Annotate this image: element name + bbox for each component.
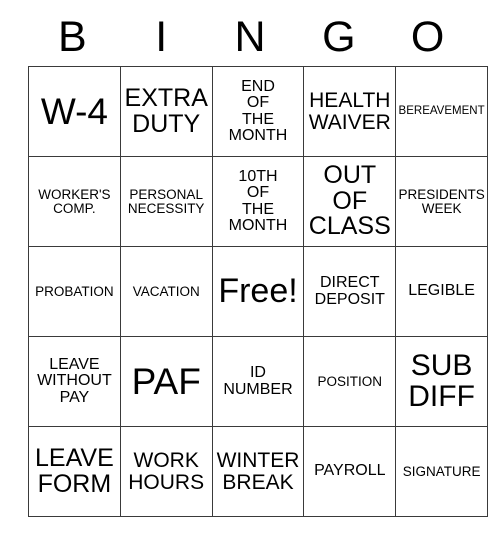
bingo-cell[interactable]: LEAVE FORM: [28, 426, 121, 517]
bingo-cell-label: BEREAVEMENT: [398, 104, 485, 117]
bingo-cell[interactable]: PROBATION: [28, 246, 121, 337]
bingo-cell[interactable]: VACATION: [119, 246, 213, 337]
bingo-cell-label: END OF THE MONTH: [228, 77, 288, 144]
bingo-cell[interactable]: W-4: [28, 66, 121, 157]
header-letter-o: O: [410, 12, 445, 61]
bingo-cell[interactable]: END OF THE MONTH: [211, 66, 305, 157]
bingo-grid: W-4 EXTRA DUTY END OF THE MONTH HEALTH WAIV…: [28, 66, 488, 517]
bingo-cell-label: ID NUMBER: [223, 364, 293, 398]
bingo-cell-label: EXTRA DUTY: [124, 84, 208, 138]
bingo-cell[interactable]: PERSONAL NECESSITY: [119, 156, 213, 247]
bingo-row: LEAVE WITHOUT PAY PAF ID NUMBER POSITION SUB…: [28, 336, 488, 427]
bingo-cell[interactable]: 10TH OF THE MONTH: [211, 156, 305, 247]
bingo-row: WORKER'S COMP. PERSONAL NECESSITY 10TH OF …: [28, 156, 488, 247]
bingo-cell[interactable]: PAF: [119, 336, 213, 427]
bingo-row: PROBATION VACATION Free! DIRECT DEPOSIT LEGI…: [28, 246, 488, 337]
bingo-cell-label: W-4: [40, 90, 108, 132]
bingo-cell-label: LEGIBLE: [408, 282, 475, 300]
bingo-cell[interactable]: BEREAVEMENT: [395, 66, 488, 157]
bingo-cell[interactable]: LEAVE WITHOUT PAY: [28, 336, 121, 427]
header-letter-i: I: [155, 12, 168, 61]
bingo-cell-label: VACATION: [132, 283, 200, 299]
bingo-cell[interactable]: LEGIBLE: [395, 246, 488, 337]
bingo-cell-label: WORKER'S COMP.: [38, 186, 111, 216]
bingo-cell[interactable]: WORK HOURS: [119, 426, 213, 517]
free-space-label: Free!: [218, 272, 298, 311]
bingo-cell[interactable]: WINTER BREAK: [211, 426, 305, 517]
bingo-row: LEAVE FORM WORK HOURS WINTER BREAK PAYROLL S…: [28, 426, 488, 517]
bingo-cell-label: POSITION: [317, 373, 383, 389]
bingo-card: B I N G O W-4 EXTRA DUTY END OF THE MONTH H…: [28, 8, 488, 517]
bingo-cell[interactable]: WORKER'S COMP.: [28, 156, 121, 247]
bingo-cell-label: PROBATION: [35, 283, 114, 299]
bingo-row: W-4 EXTRA DUTY END OF THE MONTH HEALTH WAIV…: [28, 66, 488, 157]
bingo-cell[interactable]: POSITION: [303, 336, 397, 427]
bingo-cell-label: 10TH OF THE MONTH: [228, 167, 288, 234]
bingo-cell-label: PERSONAL NECESSITY: [127, 186, 205, 216]
bingo-cell-label: SIGNATURE: [402, 463, 481, 479]
bingo-cell-label: LEAVE FORM: [35, 444, 114, 498]
bingo-cell[interactable]: OUT OF CLASS: [303, 156, 397, 247]
bingo-cell-label: SUB DIFF: [408, 348, 475, 413]
bingo-cell-label: WORK HOURS: [128, 449, 205, 494]
bingo-cell-label: WINTER BREAK: [216, 449, 300, 494]
bingo-cell[interactable]: PRESIDENTS WEEK: [395, 156, 488, 247]
header-letter-n: N: [234, 12, 266, 61]
bingo-cell[interactable]: SIGNATURE: [395, 426, 488, 517]
header-letter-g: G: [322, 12, 356, 61]
bingo-cell[interactable]: SUB DIFF: [395, 336, 488, 427]
bingo-cell[interactable]: HEALTH WAIVER: [303, 66, 397, 157]
bingo-cell[interactable]: DIRECT DEPOSIT: [303, 246, 397, 337]
bingo-cell-label: PRESIDENTS WEEK: [398, 186, 485, 216]
bingo-header: B I N G O: [28, 8, 472, 66]
bingo-cell[interactable]: ID NUMBER: [211, 336, 305, 427]
header-letter-b: B: [58, 12, 87, 61]
bingo-cell-label: HEALTH WAIVER: [308, 89, 391, 134]
bingo-cell[interactable]: EXTRA DUTY: [119, 66, 213, 157]
bingo-cell-free[interactable]: Free!: [211, 246, 305, 337]
bingo-cell[interactable]: PAYROLL: [303, 426, 397, 517]
bingo-cell-label: PAYROLL: [314, 462, 386, 480]
bingo-cell-label: PAF: [131, 360, 201, 402]
bingo-cell-label: DIRECT DEPOSIT: [314, 274, 385, 308]
bingo-cell-label: OUT OF CLASS: [308, 161, 391, 241]
bingo-cell-label: LEAVE WITHOUT PAY: [37, 356, 112, 406]
